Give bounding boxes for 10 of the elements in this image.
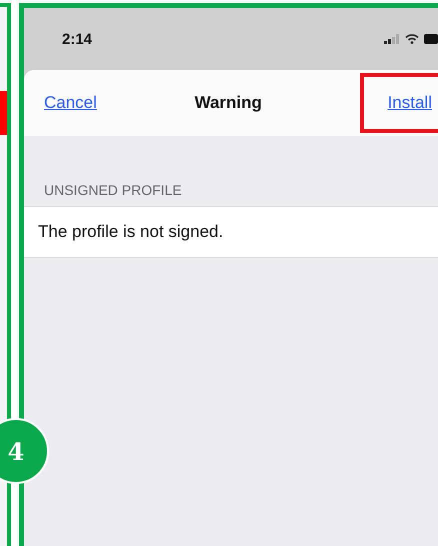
status-time: 2:14 [62, 30, 92, 48]
nav-title: Warning [194, 93, 262, 113]
profile-status-row: The profile is not signed. [24, 206, 438, 258]
highlight-frame [0, 91, 7, 135]
section-header: UNSIGNED PROFILE [44, 182, 183, 198]
signal-icon [384, 34, 400, 44]
cancel-link[interactable]: Cancel [44, 93, 97, 113]
battery-icon [424, 34, 438, 44]
wifi-icon [405, 34, 419, 44]
install-link[interactable]: Install [388, 93, 432, 113]
